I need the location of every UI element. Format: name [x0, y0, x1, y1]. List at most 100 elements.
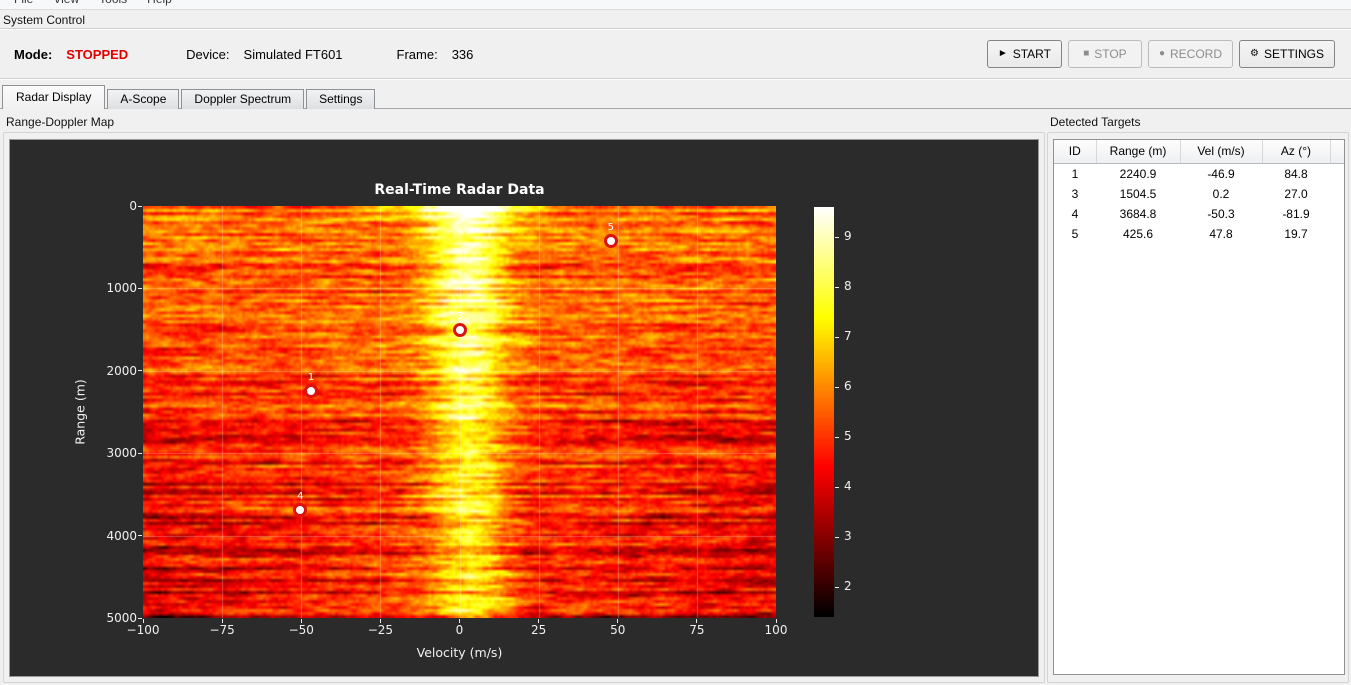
y-tick-mark [138, 535, 142, 537]
colorbar-tick-mark [835, 386, 839, 388]
control-buttons: ► START ■ STOP ● RECORD ⚙ SETTINGS [986, 40, 1335, 68]
target-marker-4 [293, 502, 308, 517]
target-marker-label: 5 [607, 222, 614, 234]
x-tick-mark [459, 619, 460, 623]
target-marker-label: 1 [307, 371, 315, 383]
colorbar [814, 207, 834, 617]
button-label: STOP [1094, 47, 1127, 61]
x-tick-mark [617, 619, 619, 623]
colorbar-tick-label: 7 [844, 329, 852, 343]
table-cell [1330, 224, 1344, 244]
colorbar-tick-mark [835, 286, 839, 288]
menu-item-tools[interactable]: Tools [89, 0, 137, 9]
table-row[interactable]: 4 3684.8 -50.3 -81.9 [1054, 204, 1344, 224]
menu-item-help[interactable]: Help [137, 0, 182, 9]
system-control-row: Mode: STOPPED Device: Simulated FT601 Fr… [0, 30, 1351, 78]
y-tick-label: 1000 [106, 281, 137, 296]
x-tick-label: −100 [126, 623, 160, 637]
x-tick-mark [538, 619, 540, 623]
y-tick-mark [138, 452, 142, 454]
x-tick-mark [221, 619, 223, 623]
mode-value: STOPPED [66, 46, 129, 62]
range-doppler-heatmap [143, 206, 776, 618]
range-doppler-plot-panel: Real-Time Radar Data Velocity (m/s) Rang… [9, 139, 1039, 677]
x-tick-mark [696, 619, 698, 623]
frame-label: Frame: [396, 46, 438, 62]
tab-bar: Radar Display A-Scope Doppler Spectrum Sett… [2, 85, 377, 109]
table-cell: -81.9 [1282, 206, 1310, 221]
settings-button[interactable]: ⚙ SETTINGS [1239, 40, 1335, 68]
table-cell: 3 [1071, 186, 1079, 201]
table-cell: 19.7 [1284, 226, 1308, 241]
mode-label: Mode: [14, 46, 53, 62]
x-axis-label: Velocity (m/s) [416, 645, 503, 660]
table-cell: -46.9 [1207, 166, 1235, 181]
tab-a-scope[interactable]: A-Scope [107, 89, 180, 109]
table-cell: 425.6 [1122, 226, 1154, 241]
chart-title: Real-Time Radar Data [374, 182, 545, 198]
y-tick-mark [138, 205, 142, 207]
menu-item-view[interactable]: View [43, 0, 89, 9]
play-icon: ► [997, 48, 1008, 59]
target-marker-1 [304, 383, 319, 398]
colorbar-tick-label: 4 [844, 479, 852, 493]
table-row[interactable]: 1 2240.9 -46.9 84.8 [1054, 163, 1344, 184]
x-tick-label: −50 [288, 623, 314, 637]
table-cell [1330, 184, 1344, 204]
x-tick-label: 50 [610, 623, 626, 637]
device-value: Simulated FT601 [243, 46, 343, 62]
x-tick-mark [379, 619, 381, 623]
y-axis-label: Range (m) [72, 379, 88, 445]
column-header-range[interactable]: Range (m) [1096, 140, 1181, 164]
colorbar-tick-label: 9 [844, 229, 852, 243]
x-tick-label: 75 [689, 623, 705, 637]
colorbar-tick-mark [835, 336, 839, 338]
tab-settings[interactable]: Settings [306, 89, 376, 109]
column-header-vel[interactable]: Vel (m/s) [1180, 140, 1263, 164]
y-tick-label: 5000 [106, 611, 137, 625]
button-label: RECORD [1170, 47, 1223, 61]
x-tick-label: 25 [530, 623, 547, 637]
start-button[interactable]: ► START [986, 40, 1062, 68]
colorbar-tick-label: 5 [844, 429, 852, 443]
x-tick-mark [142, 619, 144, 623]
menu-bar: FileViewToolsHelp [0, 0, 1351, 10]
menu-item-file[interactable]: File [4, 0, 43, 9]
tab-radar-display[interactable]: Radar Display [2, 85, 106, 109]
detected-targets-panel: ID Range (m) Vel (m/s) Az (°) 1 2240.9 -46.9 8… [1053, 139, 1345, 675]
divider [0, 78, 1351, 80]
table-cell: 1504.5 [1119, 186, 1157, 201]
table-cell: 2240.9 [1119, 166, 1157, 181]
y-tick-label: 2000 [106, 363, 137, 378]
column-header-az[interactable]: Az (°) [1262, 140, 1331, 164]
table-cell: 3684.8 [1119, 206, 1157, 221]
table-cell: 27.0 [1284, 186, 1308, 201]
y-tick-mark [138, 370, 142, 372]
target-marker-3 [453, 322, 468, 337]
button-label: START [1012, 47, 1051, 61]
colorbar-tick-mark [835, 536, 839, 538]
system-control-title: System Control [3, 13, 86, 27]
table-cell: 5 [1071, 226, 1079, 241]
frame-value: 336 [451, 46, 474, 62]
table-cell: 4 [1071, 206, 1079, 221]
x-tick-label: 0 [455, 623, 464, 637]
y-tick-mark [138, 617, 142, 619]
y-tick-label: 4000 [106, 528, 137, 543]
y-tick-mark [138, 287, 142, 289]
y-tick-label: 3000 [106, 446, 137, 461]
x-tick-label: −25 [367, 623, 394, 637]
button-label: SETTINGS [1263, 47, 1324, 61]
column-header-filler [1330, 140, 1344, 164]
target-marker-5 [603, 234, 618, 249]
stop-button[interactable]: ■ STOP [1067, 40, 1142, 68]
column-header-id[interactable]: ID [1054, 140, 1097, 164]
colorbar-tick-label: 2 [844, 579, 852, 593]
table-row[interactable]: 5 425.6 47.8 19.7 [1054, 224, 1344, 244]
colorbar-tick-mark [835, 486, 839, 488]
record-icon: ● [1158, 48, 1165, 59]
target-marker-label: 4 [297, 490, 304, 502]
table-row[interactable]: 3 1504.5 0.2 27.0 [1054, 184, 1344, 204]
tab-doppler-spectrum[interactable]: Doppler Spectrum [181, 89, 305, 109]
record-button[interactable]: ● RECORD [1147, 40, 1234, 68]
